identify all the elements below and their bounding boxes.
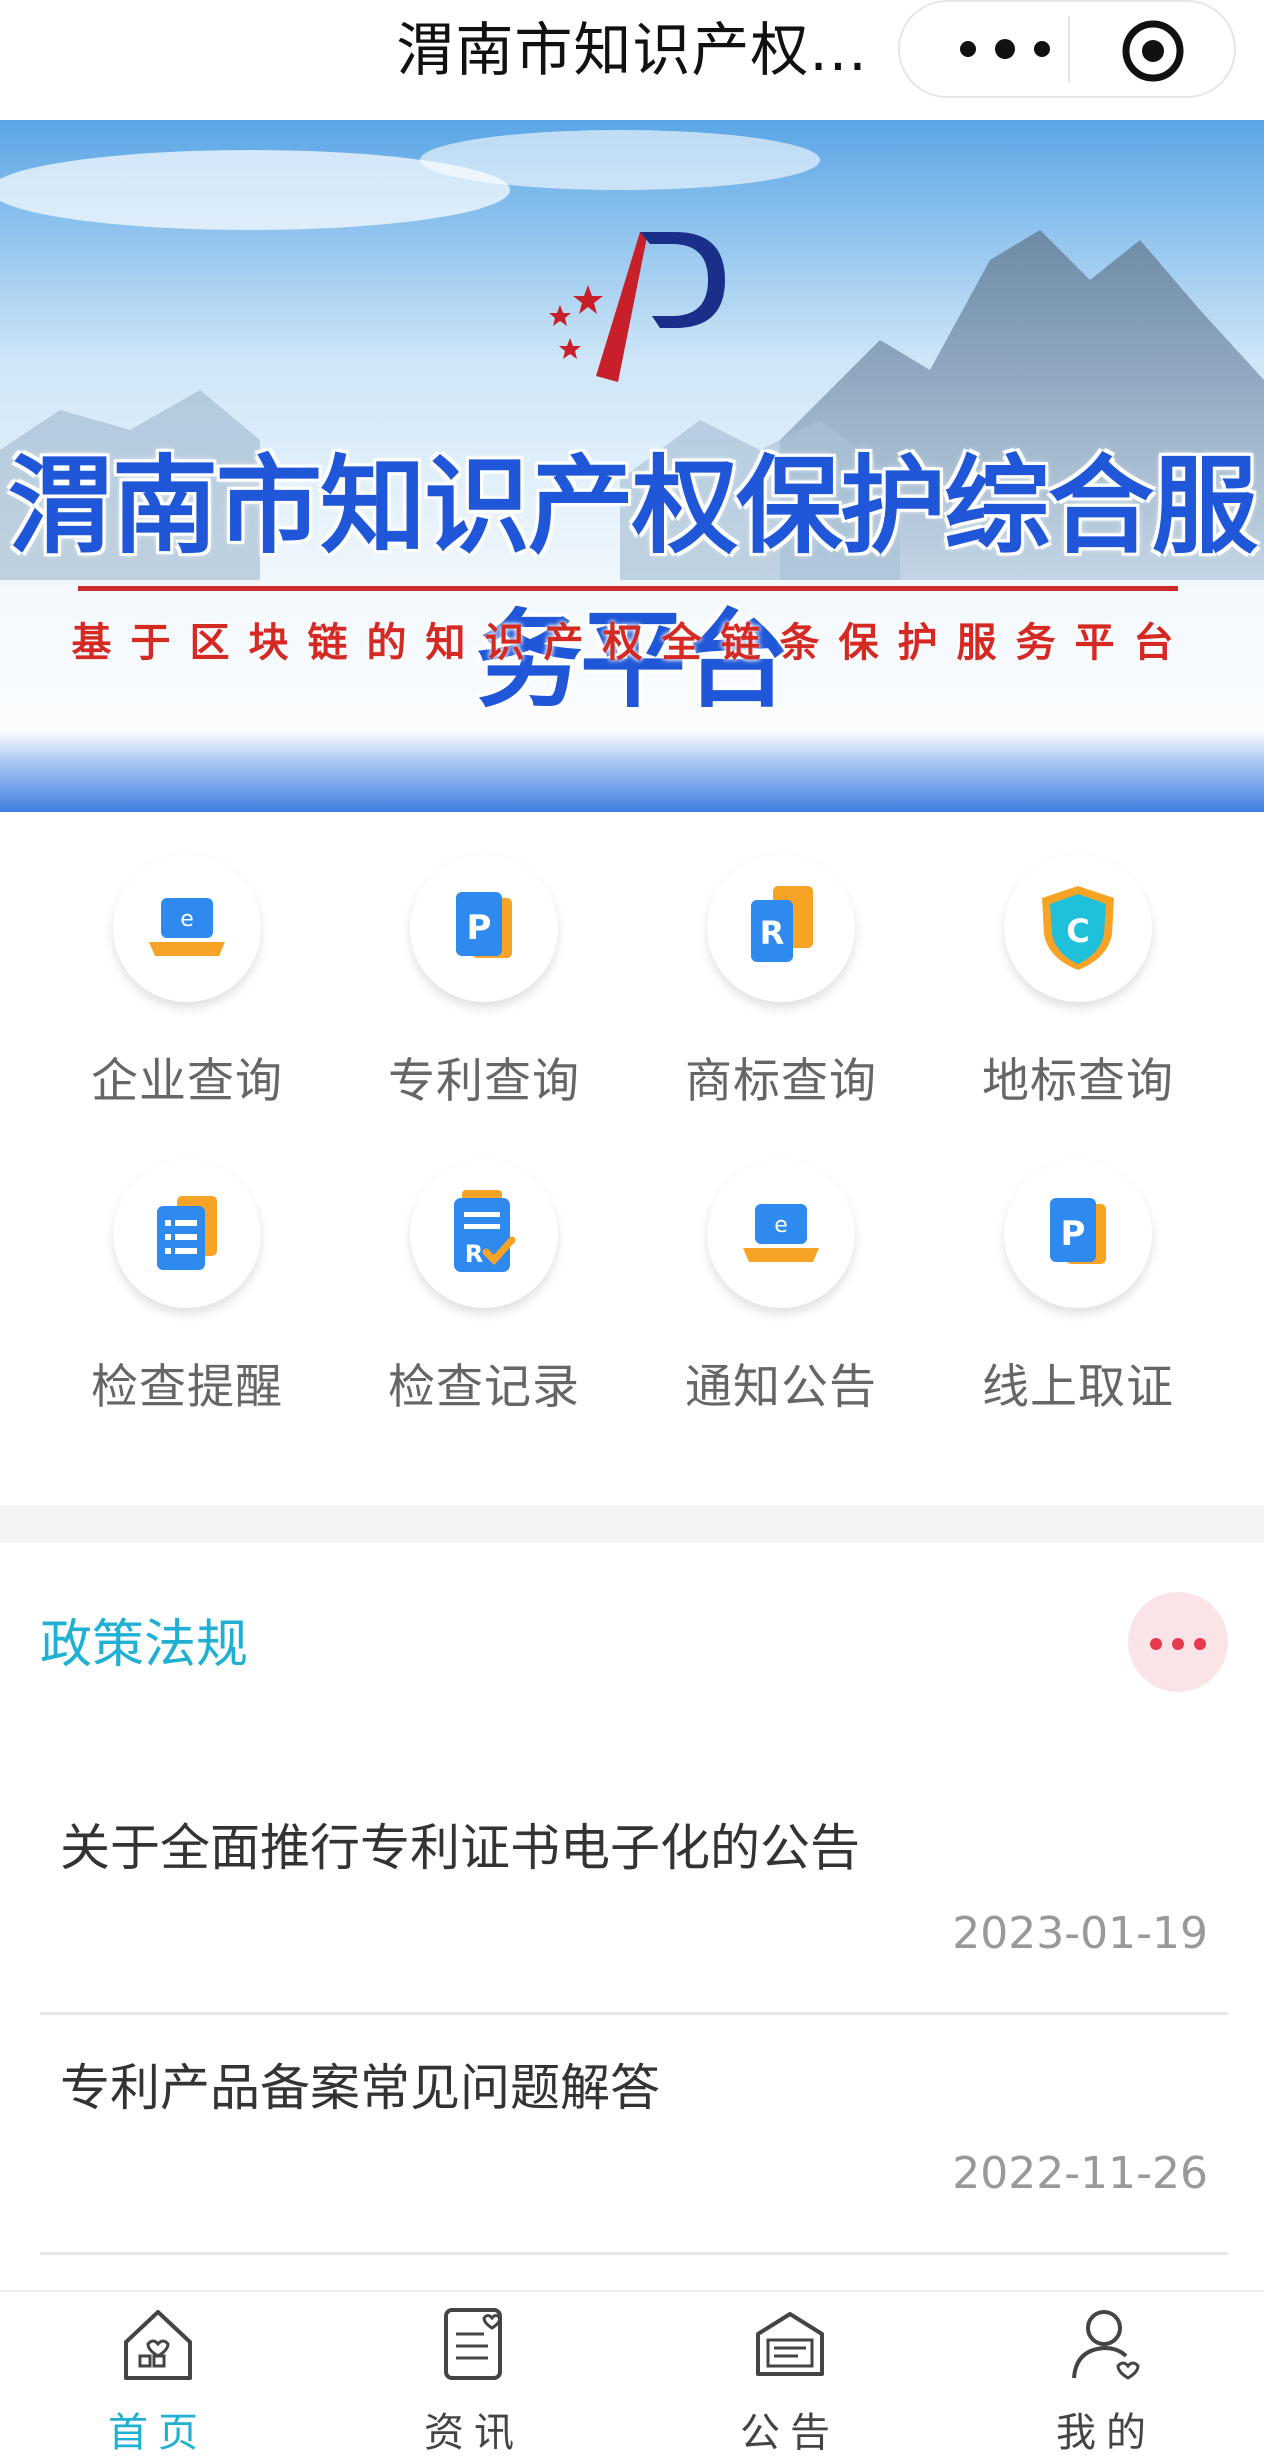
tab-label: 我的 bbox=[1056, 2410, 1156, 2456]
section-separator bbox=[0, 1505, 1264, 1543]
grid-item-geomark-query[interactable]: C 地标查询 bbox=[958, 812, 1198, 1109]
record-clipboard-icon: R bbox=[410, 1160, 558, 1308]
tab-profile[interactable]: 我的 bbox=[948, 2292, 1264, 2456]
news-title: 关于全面推行专利证书电子化的公告 bbox=[60, 1819, 860, 1877]
svg-text:P: P bbox=[467, 908, 492, 948]
capsule-divider bbox=[1068, 16, 1070, 82]
grid-item-enterprise-query[interactable]: e 企业查询 bbox=[67, 812, 307, 1109]
divider bbox=[40, 2252, 1228, 2255]
mini-program-capsule bbox=[898, 0, 1236, 98]
more-dot bbox=[1172, 1638, 1184, 1650]
bottom-tab-bar: 首页 资讯 公告 我的 bbox=[0, 2290, 1264, 2456]
banner-divider bbox=[78, 586, 1178, 591]
svg-text:e: e bbox=[180, 907, 194, 932]
tab-label: 首页 bbox=[108, 2410, 208, 2456]
more-options-icon[interactable] bbox=[950, 26, 1060, 72]
divider bbox=[40, 2012, 1228, 2015]
notice-laptop-icon: e bbox=[707, 1160, 855, 1308]
grid-label: 地标查询 bbox=[982, 1054, 1174, 1109]
grid-label: 检查提醒 bbox=[91, 1360, 283, 1415]
grid-item-trademark-query[interactable]: R 商标查询 bbox=[661, 812, 901, 1109]
patent-p-icon: P bbox=[410, 854, 558, 1002]
section-title-policy: 政策法规 bbox=[40, 1615, 249, 1675]
enterprise-laptop-icon: e bbox=[113, 854, 261, 1002]
svg-text:C: C bbox=[1066, 912, 1089, 950]
policy-more-button[interactable] bbox=[1128, 1592, 1228, 1692]
grid-label: 专利查询 bbox=[388, 1054, 580, 1109]
more-dot bbox=[1194, 1638, 1206, 1650]
hero-banner: 渭南市知识产权保护综合服务平台 基于区块链的知识产权全链条保护服务平台 bbox=[0, 120, 1264, 812]
announcement-icon bbox=[756, 2312, 824, 2376]
feature-grid: e 企业查询 P 专利查询 R 商标查询 C 地标查询 检查提醒 R 检查记录 … bbox=[0, 812, 1264, 1502]
more-dot bbox=[1150, 1638, 1162, 1650]
svg-text:P: P bbox=[1061, 1214, 1086, 1254]
svg-text:e: e bbox=[774, 1213, 788, 1238]
list-item[interactable]: 专利产品备案常见问题解答 2022-11-26 bbox=[40, 2038, 1228, 2258]
tab-label: 资讯 bbox=[424, 2410, 524, 2456]
news-date: 2022-11-26 bbox=[952, 2148, 1208, 2199]
geo-mark-shield-icon: C bbox=[1004, 854, 1152, 1002]
grid-label: 线上取证 bbox=[982, 1360, 1174, 1415]
evidence-p-icon: P bbox=[1004, 1160, 1152, 1308]
news-date: 2023-01-19 bbox=[952, 1908, 1208, 1959]
tab-news[interactable]: 资讯 bbox=[316, 2292, 632, 2456]
grid-item-inspection-record[interactable]: R 检查记录 bbox=[364, 1118, 604, 1415]
news-icon bbox=[444, 2308, 502, 2380]
close-miniprogram-icon[interactable] bbox=[1120, 18, 1186, 84]
grid-label: 企业查询 bbox=[91, 1054, 283, 1109]
home-icon bbox=[124, 2310, 192, 2380]
grid-item-online-evidence[interactable]: P 线上取证 bbox=[958, 1118, 1198, 1415]
trademark-r-icon: R bbox=[707, 854, 855, 1002]
grid-item-inspection-reminder[interactable]: 检查提醒 bbox=[67, 1118, 307, 1415]
banner-title: 渭南市知识产权保护综合服务平台 bbox=[8, 445, 1258, 722]
news-title: 专利产品备案常见问题解答 bbox=[60, 2059, 660, 2117]
banner-subtitle: 基于区块链的知识产权全链条保护服务平台 bbox=[71, 620, 1193, 666]
svg-text:R: R bbox=[760, 914, 785, 952]
grid-item-patent-query[interactable]: P 专利查询 bbox=[364, 812, 604, 1109]
grid-label: 通知公告 bbox=[685, 1360, 877, 1415]
checklist-icon bbox=[113, 1160, 261, 1308]
grid-item-notice[interactable]: e 通知公告 bbox=[661, 1118, 901, 1415]
tab-label: 公告 bbox=[740, 2410, 840, 2456]
tab-announcement[interactable]: 公告 bbox=[632, 2292, 948, 2456]
grid-label: 检查记录 bbox=[388, 1360, 580, 1415]
top-nav-bar: 渭南市知识产权... bbox=[0, 0, 1264, 120]
svg-text:R: R bbox=[465, 1240, 483, 1268]
tab-home[interactable]: 首页 bbox=[0, 2292, 316, 2456]
profile-icon bbox=[1072, 2310, 1140, 2380]
grid-label: 商标查询 bbox=[685, 1054, 877, 1109]
list-item[interactable]: 关于全面推行专利证书电子化的公告 2023-01-19 bbox=[40, 1798, 1228, 2018]
